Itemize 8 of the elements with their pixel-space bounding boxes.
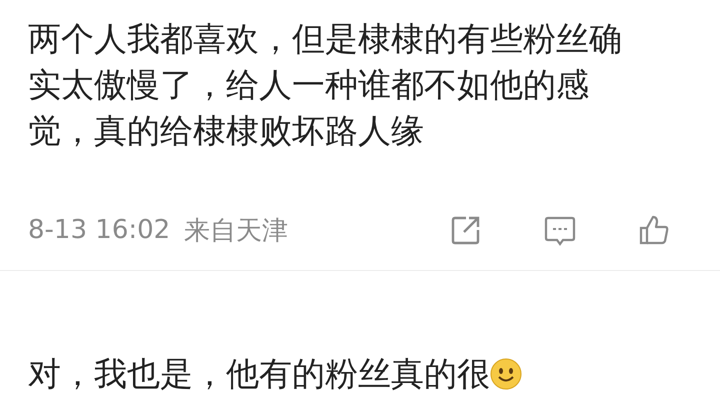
comment-location: 来自天津	[184, 214, 288, 248]
comment-text: 对，我也是，他有的粉丝真的很	[28, 351, 628, 397]
thumbs-up-icon[interactable]	[638, 214, 670, 246]
comment-icon[interactable]	[544, 214, 576, 246]
comment-text: 两个人我都喜欢，但是棣棣的有些粉丝确实太傲慢了，给人一种谁都不如他的感觉，真的给棣棣败坏路人缘	[28, 18, 623, 152]
smiley-icon	[490, 358, 522, 390]
comment-time: 8-13 16:02	[28, 215, 170, 245]
share-icon[interactable]	[450, 214, 482, 246]
